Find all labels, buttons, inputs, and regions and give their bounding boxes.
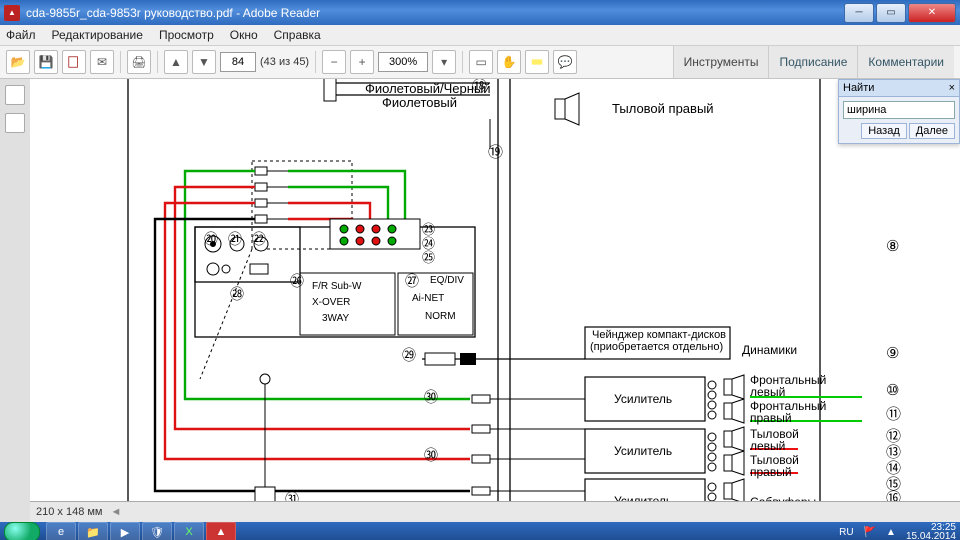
tool-highlight-button[interactable] (525, 50, 549, 74)
zoom-out-button[interactable]: − (322, 50, 346, 74)
task-excel-icon[interactable]: X (174, 522, 204, 540)
callout-26: ㉖ (290, 271, 304, 291)
menu-bar: Файл Редактирование Просмотр Окно Справк… (0, 25, 960, 46)
menu-edit[interactable]: Редактирование (52, 28, 143, 42)
find-next-button[interactable]: Далее (909, 123, 955, 139)
switch-3way: 3WAY (322, 313, 349, 324)
toolbar: 📂 💾 ✉ 🖨 ▲ ▼ 84 (43 из 45) − + 300% ▾ ▭ ✋… (0, 46, 960, 79)
menu-file[interactable]: Файл (6, 28, 36, 42)
col-11: ⑪ (886, 403, 901, 424)
callout-28: ㉘ (230, 284, 244, 304)
start-button[interactable] (4, 522, 40, 540)
callout-20: ⑳ (204, 229, 218, 249)
task-media-icon[interactable]: ▶ (110, 522, 140, 540)
tool-hand-button[interactable]: ✋ (497, 50, 521, 74)
export-pdf-button[interactable] (62, 50, 86, 74)
window-title-bar: ▲ cda-9855r_cda-9853r руководство.pdf - … (0, 0, 960, 25)
email-button[interactable]: ✉ (90, 50, 114, 74)
print-button[interactable]: 🖨 (127, 50, 151, 74)
zoom-dropdown-button[interactable]: ▾ (432, 50, 456, 74)
switch-norm: NORM (425, 311, 456, 322)
page-total-label: (43 из 45) (260, 56, 309, 68)
callout-18: ⑱ (472, 79, 487, 96)
task-ie-icon[interactable]: e (46, 522, 76, 540)
find-panel: Найти × Назад Далее (838, 79, 960, 144)
col-9: ⑨ (886, 344, 899, 362)
open-button[interactable]: 📂 (6, 50, 30, 74)
spk-fl2: левый (750, 385, 785, 399)
page-number-input[interactable]: 84 (220, 52, 256, 72)
tray-flag-icon[interactable]: 🚩 (864, 527, 876, 538)
changer-l1: Чейнджер компакт-дисков (592, 329, 726, 341)
menu-help[interactable]: Справка (274, 28, 321, 42)
tab-sign[interactable]: Подписание (768, 46, 857, 78)
spk-rear-right: Тыловой правый (612, 101, 714, 116)
task-reader-icon[interactable]: ▲ (206, 522, 236, 540)
speakers-header: Динамики (742, 343, 797, 357)
save-button[interactable]: 💾 (34, 50, 58, 74)
switch-ainet: Ai-NET (412, 293, 444, 304)
spk-rr2: правый (750, 465, 792, 479)
app-icon: ▲ (4, 5, 20, 21)
tray-lang[interactable]: RU (839, 527, 853, 538)
task-shield-icon[interactable]: 🛡 (142, 522, 172, 540)
amp-1: Усилитель (614, 392, 672, 406)
menu-window[interactable]: Окно (230, 28, 258, 42)
tray-network-icon[interactable]: ▲ (886, 527, 896, 538)
switch-fr-sub: F/R Sub-W (312, 281, 361, 292)
pdf-page: Фиолетовый/Черный Фиолетовый Тыловой пра… (30, 79, 960, 502)
page-down-button[interactable]: ▼ (192, 50, 216, 74)
callout-29: ㉙ (402, 345, 416, 365)
spk-fr2: правый (750, 411, 792, 425)
document-area: Фиолетовый/Черный Фиолетовый Тыловой пра… (0, 79, 960, 522)
page-up-button[interactable]: ▲ (164, 50, 188, 74)
tab-tools[interactable]: Инструменты (673, 46, 769, 78)
changer-l2: (приобретается отдельно) (590, 341, 723, 353)
find-close-icon[interactable]: × (949, 82, 955, 94)
tool-select-button[interactable]: ▭ (469, 50, 493, 74)
callout-30b: ㉚ (424, 445, 438, 465)
col-10: ⑩ (886, 381, 899, 399)
find-title: Найти (843, 82, 874, 94)
scroll-left-icon[interactable]: ◄ (111, 506, 122, 518)
tray-date: 15.04.2014 (906, 531, 956, 540)
status-bar: 210 x 148 мм ◄ (30, 501, 960, 522)
callout-21: ㉑ (228, 229, 242, 249)
tab-comment[interactable]: Комментарии (857, 46, 954, 78)
menu-view[interactable]: Просмотр (159, 28, 214, 42)
callout-27: ㉗ (405, 271, 419, 291)
find-prev-button[interactable]: Назад (861, 123, 907, 139)
switch-eqdiv: EQ/DIV (430, 275, 464, 286)
col-16: ⑯ (886, 487, 901, 502)
window-title: cda-9855r_cda-9853r руководство.pdf - Ad… (26, 6, 320, 20)
minimize-button[interactable] (844, 3, 874, 23)
find-input[interactable] (843, 101, 955, 119)
nav-rail (0, 79, 31, 522)
zoom-in-button[interactable]: + (350, 50, 374, 74)
callout-30a: ㉚ (424, 387, 438, 407)
callout-25: ㉕ (422, 247, 435, 266)
callout-19: ⑲ (488, 141, 503, 162)
spk-rl2: левый (750, 439, 785, 453)
task-explorer-icon[interactable]: 📁 (78, 522, 108, 540)
attachments-icon[interactable] (5, 113, 25, 133)
callout-22: ㉒ (252, 229, 266, 249)
maximize-button[interactable] (876, 3, 906, 23)
page-size-label: 210 x 148 мм (36, 506, 103, 518)
zoom-input[interactable]: 300% (378, 52, 428, 72)
wire-label-v: Фиолетовый (382, 95, 457, 110)
amp-2: Усилитель (614, 444, 672, 458)
close-button[interactable] (908, 3, 956, 23)
switch-xover: X-OVER (312, 297, 350, 308)
taskbar: e 📁 ▶ 🛡 X ▲ RU 🚩 ▲ 23:25 15.04.2014 (0, 522, 960, 540)
thumbnails-icon[interactable] (5, 85, 25, 105)
col-8: ⑧ (886, 237, 899, 255)
tool-comment-button[interactable]: 💬 (553, 50, 577, 74)
